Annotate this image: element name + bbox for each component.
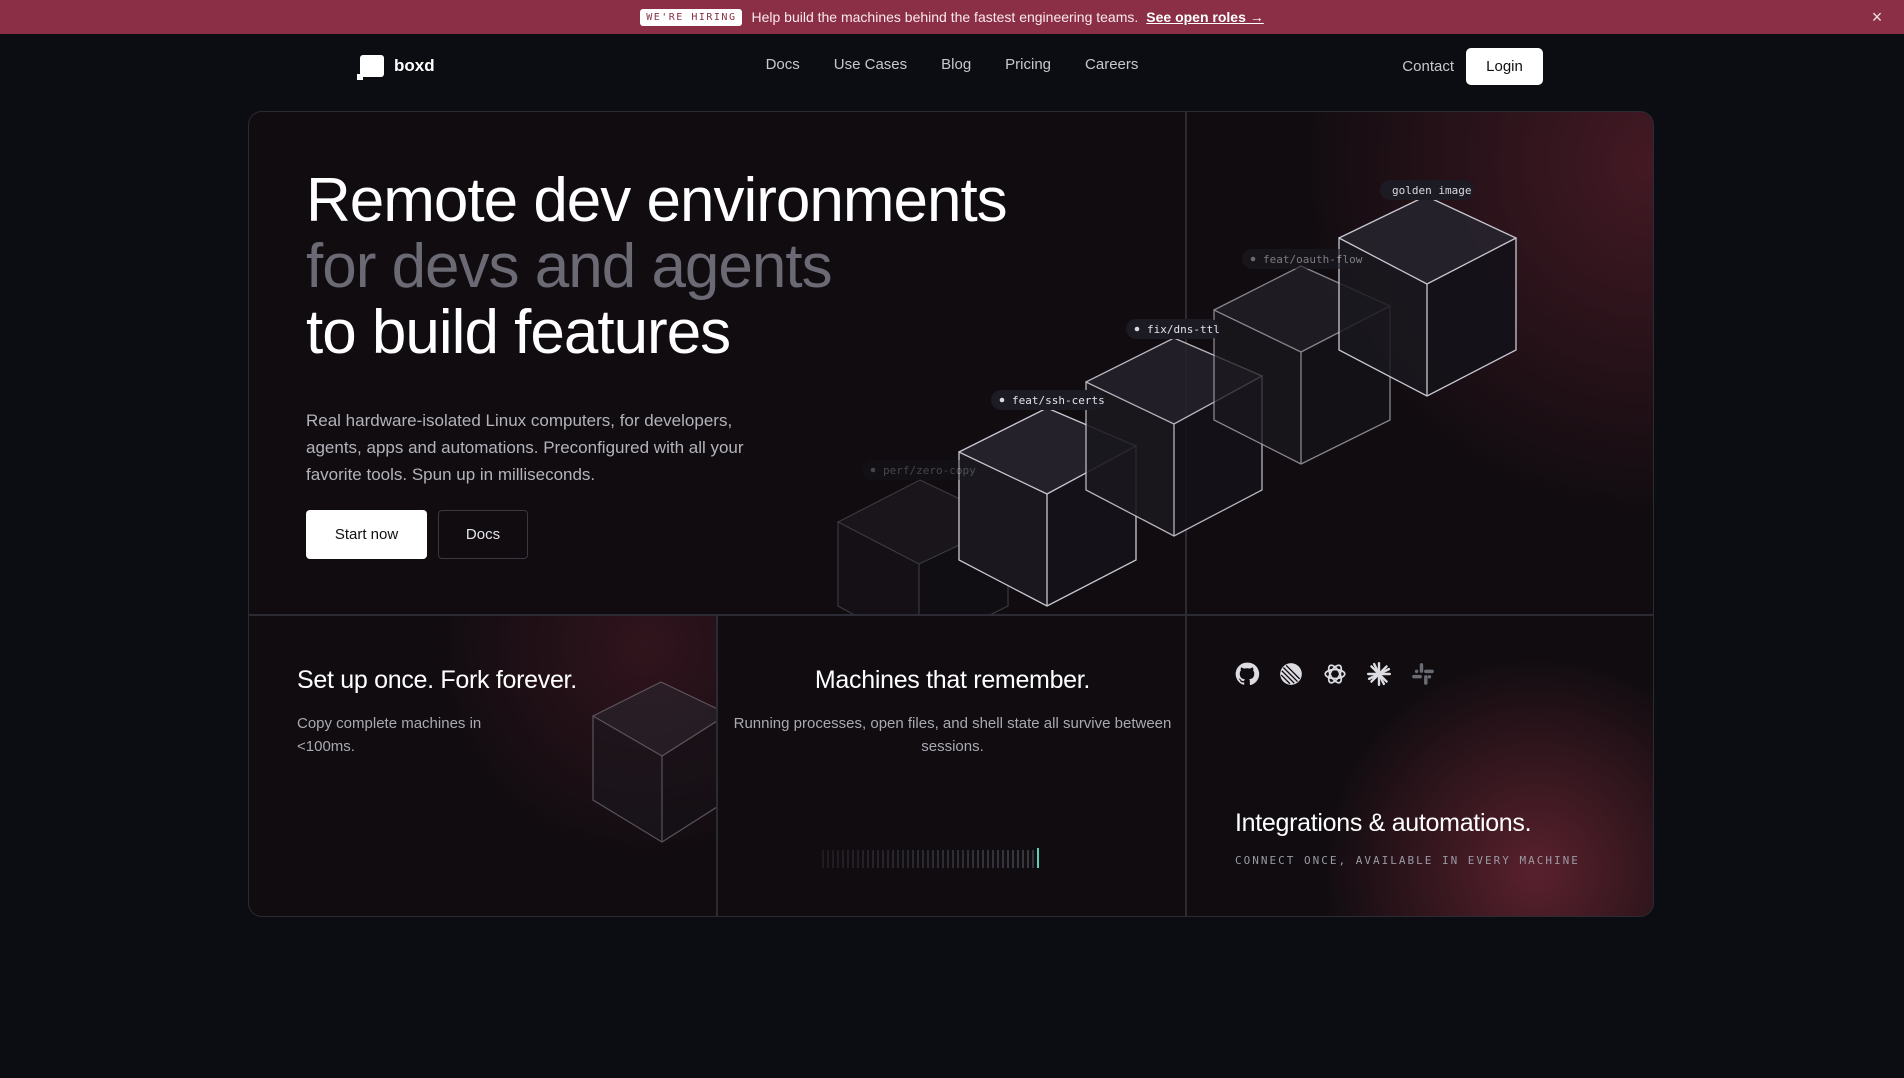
hero-card: Remote dev environments for devs and age…	[248, 111, 1186, 615]
timeline-tick	[837, 850, 839, 868]
openai-icon[interactable]	[1321, 660, 1349, 688]
timeline-tick	[962, 850, 964, 868]
timeline-tick	[982, 850, 984, 868]
hero-visual-panel	[1186, 111, 1654, 615]
timeline-tick	[1012, 850, 1014, 868]
timeline-tick	[847, 850, 849, 868]
fork-card: Set up once. Fork forever. Copy complete…	[248, 615, 717, 917]
github-icon[interactable]	[1233, 660, 1261, 688]
fork-description: Copy complete machines in <100ms.	[297, 715, 482, 755]
timeline-tick	[1002, 850, 1004, 868]
timeline-tick	[827, 850, 829, 868]
linear-icon[interactable]	[1277, 660, 1305, 688]
nav-use-cases[interactable]: Use Cases	[834, 56, 907, 73]
timeline-tick	[1022, 850, 1024, 868]
timeline-tick	[967, 850, 969, 868]
timeline-tick	[907, 850, 909, 868]
docs-button[interactable]: Docs	[438, 510, 528, 559]
hiring-banner: WE'RE HIRING Help build the machines beh…	[0, 0, 1904, 34]
hero-title: Remote dev environments for devs and age…	[306, 166, 1008, 367]
hero-description: Real hardware-isolated Linux computers, …	[306, 411, 744, 484]
timeline-tick	[857, 850, 859, 868]
memory-title: Machines that remember.	[814, 666, 1091, 694]
login-button[interactable]: Login	[1466, 48, 1543, 85]
timeline-tick	[1007, 850, 1009, 868]
banner-text: Help build the machines behind the faste…	[751, 9, 1139, 25]
nav-blog[interactable]: Blog	[941, 56, 971, 73]
timeline-tick	[927, 850, 929, 868]
start-now-button[interactable]: Start now	[306, 510, 427, 559]
claude-icon[interactable]	[1365, 660, 1393, 688]
timeline-tick	[972, 850, 974, 868]
integrations-card: Integrations & automations. CONNECT ONCE…	[1186, 615, 1654, 917]
timeline-tick	[952, 850, 954, 868]
nav-careers[interactable]: Careers	[1085, 56, 1138, 73]
timeline-tick	[842, 850, 844, 868]
contact-link[interactable]: Contact	[1402, 58, 1454, 75]
timeline-tick	[1017, 850, 1019, 868]
nav-actions: Contact Login	[1402, 48, 1543, 85]
integrations-title: Integrations & automations.	[1235, 809, 1532, 837]
hiring-badge: WE'RE HIRING	[640, 8, 743, 26]
timeline-tick	[957, 850, 959, 868]
nav-pricing[interactable]: Pricing	[1005, 56, 1051, 73]
nav-docs[interactable]: Docs	[766, 56, 800, 73]
close-icon[interactable]: ×	[1866, 6, 1888, 28]
timeline-tick	[947, 850, 949, 868]
timeline-tick	[912, 850, 914, 868]
timeline-tick	[862, 850, 864, 868]
timeline-tick	[937, 850, 939, 868]
timeline-tick	[897, 850, 899, 868]
integrations-subtitle: CONNECT ONCE, AVAILABLE IN EVERY MACHINE	[1235, 854, 1580, 867]
hero-title-line-2: for devs and agents	[306, 232, 833, 301]
timeline-tick-current	[1037, 848, 1039, 868]
timeline-tick	[992, 850, 994, 868]
timeline-tick	[867, 850, 869, 868]
timeline-tick	[877, 850, 879, 868]
timeline-tick	[822, 850, 824, 868]
timeline-tick	[987, 850, 989, 868]
open-roles-link[interactable]: See open roles →	[1146, 9, 1263, 25]
timeline-tick	[892, 850, 894, 868]
memory-description: Running processes, open files, and shell…	[733, 715, 1172, 755]
timeline-tick	[932, 850, 934, 868]
timeline-tick	[902, 850, 904, 868]
main-nav: Docs Use Cases Blog Pricing Careers	[0, 56, 1904, 73]
timeline-tick	[882, 850, 884, 868]
hero-title-line-3: to build features	[306, 298, 731, 367]
timeline-tick	[832, 850, 834, 868]
timeline-tick	[1027, 850, 1029, 868]
timeline-tick	[1032, 850, 1034, 868]
integration-icons	[1233, 660, 1453, 688]
fork-title: Set up once. Fork forever.	[297, 666, 577, 694]
timeline-tick	[852, 850, 854, 868]
timeline-tick	[922, 850, 924, 868]
timeline-tick	[977, 850, 979, 868]
timeline-tick	[872, 850, 874, 868]
timeline-tick	[887, 850, 889, 868]
memory-card: Machines that remember. Running processe…	[717, 615, 1186, 917]
timeline-tick	[942, 850, 944, 868]
timeline-tick	[997, 850, 999, 868]
hero-title-line-1: Remote dev environments	[306, 166, 1008, 235]
timeline-tick	[917, 850, 919, 868]
session-timeline	[822, 848, 1042, 868]
slack-icon[interactable]	[1409, 660, 1437, 688]
